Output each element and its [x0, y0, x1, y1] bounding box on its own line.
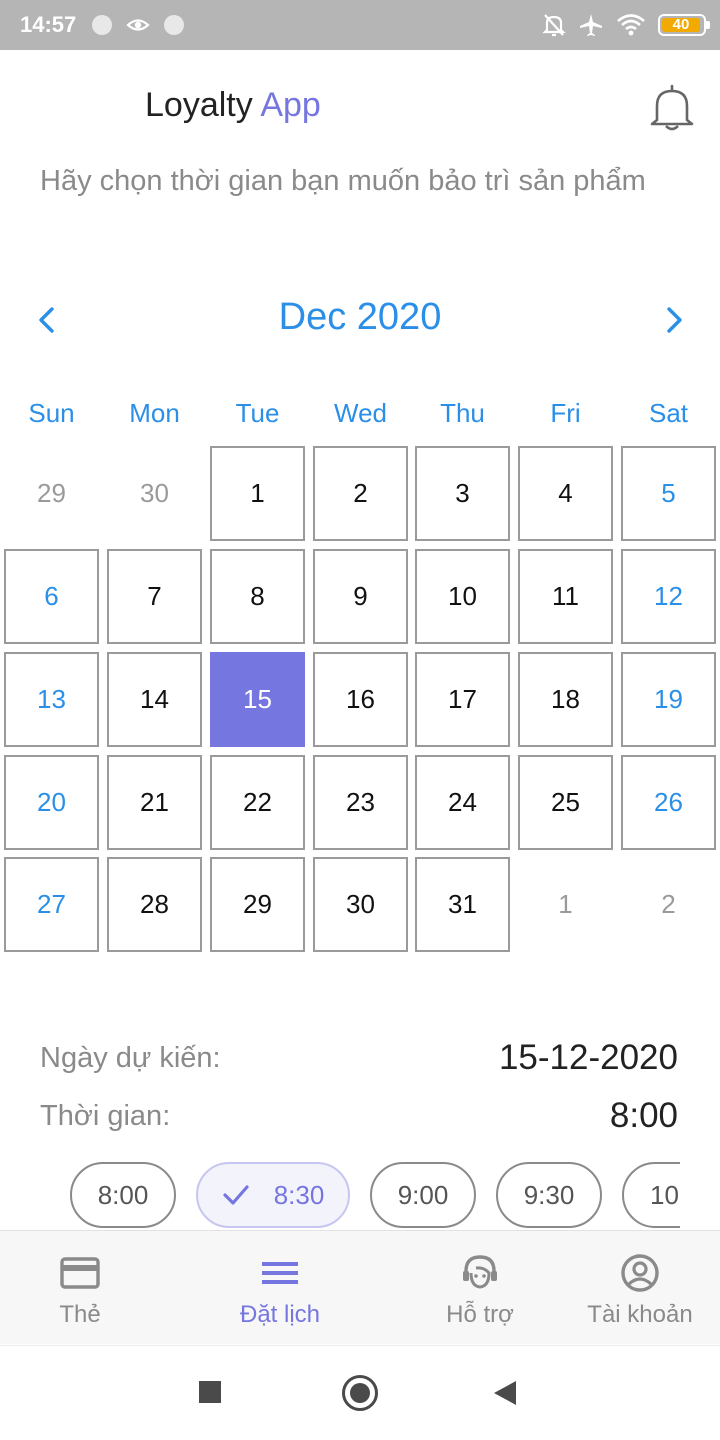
calendar-day[interactable]: 24	[415, 755, 510, 850]
chevron-right-icon[interactable]	[656, 302, 692, 338]
calendar-day-selected[interactable]: 15	[210, 652, 305, 747]
support-agent-icon	[463, 1255, 497, 1289]
calendar-day[interactable]: 21	[107, 755, 202, 850]
home-circle-icon[interactable]	[342, 1375, 378, 1411]
calendar-day: 30	[140, 478, 169, 508]
page-subtitle: Hãy chọn thời gian bạn muốn bảo trì sản …	[40, 165, 646, 197]
time-slot-chip-selected[interactable]: 8:30	[196, 1162, 350, 1228]
calendar-day[interactable]: 11	[518, 549, 613, 644]
weekday-label: Sun	[28, 398, 75, 428]
status-bar: 14:57 40	[0, 0, 720, 50]
nav-item-account[interactable]: Tài khoản	[550, 1231, 720, 1345]
calendar-day[interactable]: 22	[210, 755, 305, 850]
calendar-day: 2	[661, 889, 676, 919]
calendar-day[interactable]: 5	[621, 446, 716, 541]
time-value: 8:00	[609, 1096, 678, 1135]
time-slot-label: 10	[650, 1179, 679, 1210]
calendar-day[interactable]: 23	[313, 755, 408, 850]
calendar-day[interactable]: 7	[107, 549, 202, 644]
app-title-accent: App	[260, 86, 321, 124]
calendar-day[interactable]: 26	[621, 755, 716, 850]
app-title-main: Loyalty	[145, 86, 253, 124]
system-navigation-bar	[0, 1345, 720, 1440]
calendar-day[interactable]: 17	[415, 652, 510, 747]
nav-item-booking[interactable]: Đặt lịch	[190, 1231, 370, 1345]
weekday-header: Sun Mon Tue Wed Thu Fri Sat	[0, 398, 720, 438]
weekday-label: Fri	[550, 398, 581, 428]
weekday-label: Wed	[334, 398, 387, 428]
time-label: Thời gian:	[40, 1100, 171, 1132]
battery-level: 40	[672, 16, 690, 33]
time-slot-label: 8:00	[97, 1179, 149, 1210]
calendar-day[interactable]: 6	[4, 549, 99, 644]
calendar-day[interactable]: 8	[210, 549, 305, 644]
status-time: 14:57	[20, 12, 77, 37]
time-slot-label: 9:30	[523, 1179, 575, 1210]
recents-square-icon[interactable]	[199, 1381, 221, 1403]
calendar-day[interactable]: 10	[415, 549, 510, 644]
calendar-day[interactable]: 16	[313, 652, 408, 747]
time-slot-chip[interactable]: 8:00	[70, 1162, 176, 1228]
calendar-day[interactable]: 13	[4, 652, 99, 747]
calendar-day[interactable]: 14	[107, 652, 202, 747]
alarm-off-icon	[542, 14, 566, 37]
airplane-icon	[580, 14, 602, 36]
calendar-day: 1	[558, 889, 573, 919]
calendar-day[interactable]: 29	[210, 857, 305, 952]
time-slot-chip[interactable]: 9:30	[496, 1162, 602, 1228]
nav-label: Thẻ	[59, 1301, 101, 1328]
battery-tip	[706, 21, 710, 29]
calendar-day[interactable]: 3	[415, 446, 510, 541]
calendar-day[interactable]: 1	[210, 446, 305, 541]
nav-label: Hỗ trợ	[446, 1301, 514, 1328]
time-slot-chip[interactable]: 9:00	[370, 1162, 476, 1228]
month-navigation: Dec 2020	[0, 290, 720, 350]
battery-icon: 40	[658, 14, 710, 36]
weekday-label: Thu	[440, 398, 485, 428]
wifi-icon	[617, 14, 645, 36]
calendar-day[interactable]: 2	[313, 446, 408, 541]
notification-dot-icon	[164, 15, 184, 35]
calendar-day[interactable]: 31	[415, 857, 510, 952]
bottom-navigation: Thẻ Đặt lịch Hỗ trợ Tài khoản	[0, 1230, 720, 1344]
nav-item-support[interactable]: Hỗ trợ	[390, 1231, 570, 1345]
date-label: Ngày dự kiến:	[40, 1042, 221, 1074]
account-circle-icon	[621, 1254, 659, 1292]
calendar-day[interactable]: 25	[518, 755, 613, 850]
time-slot-label: 8:30	[273, 1179, 325, 1210]
calendar-day[interactable]: 27	[4, 857, 99, 952]
nav-item-card[interactable]: Thẻ	[0, 1231, 170, 1345]
card-icon	[60, 1257, 100, 1289]
calendar-day[interactable]: 18	[518, 652, 613, 747]
calendar-day[interactable]: 30	[313, 857, 408, 952]
calendar-day[interactable]: 28	[107, 857, 202, 952]
calendar-day[interactable]: 4	[518, 446, 613, 541]
time-slot-label: 9:00	[397, 1179, 449, 1210]
calendar-day[interactable]: 9	[313, 549, 408, 644]
month-label: Dec 2020	[278, 296, 442, 338]
weekday-label: Tue	[235, 398, 280, 428]
notification-dot-icon	[92, 15, 112, 35]
weekday-label: Sat	[648, 398, 689, 428]
time-slot-chip[interactable]: 10	[622, 1162, 680, 1228]
bell-icon[interactable]	[648, 82, 696, 132]
date-value: 15-12-2020	[498, 1038, 678, 1077]
nav-label: Tài khoản	[587, 1301, 693, 1328]
app-title: Loyalty App	[145, 86, 321, 125]
back-triangle-icon[interactable]	[494, 1381, 516, 1405]
time-slot-list[interactable]: 8:00 8:30 9:00 9:30 10	[0, 1160, 680, 1232]
nav-label: Đặt lịch	[239, 1301, 321, 1328]
eye-comfort-icon	[126, 19, 150, 31]
menu-lines-icon	[262, 1262, 298, 1284]
calendar-day[interactable]: 12	[621, 549, 716, 644]
check-icon	[223, 1185, 249, 1205]
weekday-label: Mon	[129, 398, 180, 428]
calendar-day[interactable]: 19	[621, 652, 716, 747]
calendar-day[interactable]: 20	[4, 755, 99, 850]
calendar-day: 29	[37, 478, 66, 508]
